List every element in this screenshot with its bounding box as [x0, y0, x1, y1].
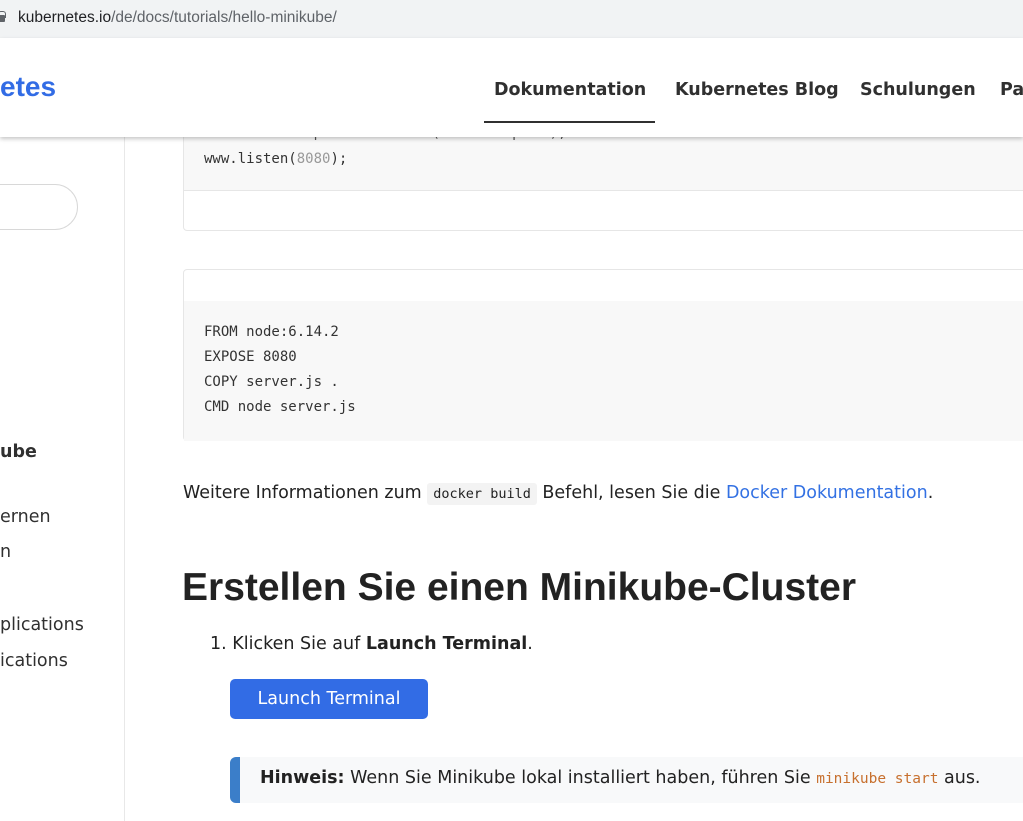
sidebar-item-minikube[interactable]: ube [0, 442, 37, 462]
note-callout: Hinweis: Wenn Sie Minikube lokal install… [230, 757, 1023, 803]
url-domain: kubernetes.io [18, 9, 112, 26]
sidebar-item-applications[interactable]: plications [0, 615, 84, 635]
code-line: EXPOSE 8080 [204, 349, 297, 365]
nav-schulungen[interactable]: Schulungen [860, 80, 976, 100]
sidebar: ube ernen n plications ications [0, 137, 125, 821]
url-path: /de/docs/tutorials/hello-minikube/ [111, 9, 337, 26]
active-nav-indicator [484, 121, 655, 123]
step-one: 1. Klicken Sie auf Launch Terminal. [210, 634, 533, 654]
note-text: Hinweis: Wenn Sie Minikube lokal install… [260, 768, 981, 788]
browser-address-bar[interactable]: kubernetes.io/de/docs/tutorials/hello-mi… [0, 0, 1023, 38]
sidebar-search-input[interactable] [0, 184, 78, 230]
inline-code-minikube-start: minikube start [816, 771, 939, 787]
code-line: FROM node:6.14.2 [204, 324, 339, 340]
lock-icon[interactable] [0, 11, 6, 22]
nav-dokumentation[interactable]: Dokumentation [494, 80, 646, 100]
launch-terminal-button[interactable]: Launch Terminal [230, 679, 428, 719]
site-logo[interactable]: etes [0, 71, 56, 103]
sidebar-item-n[interactable]: n [0, 542, 11, 562]
docker-documentation-link[interactable]: Docker Dokumentation [726, 483, 928, 503]
inline-code-docker-build: docker build [427, 483, 537, 505]
code-block-dockerfile: FROM node:6.14.2 EXPOSE 8080 COPY server… [183, 269, 1023, 441]
nav-kubernetes-blog[interactable]: Kubernetes Blog [675, 80, 839, 100]
url-text[interactable]: kubernetes.io/de/docs/tutorials/hello-mi… [18, 9, 337, 27]
site-header: etes Dokumentation Kubernetes Blog Schul… [0, 38, 1023, 137]
code-line: www.listen(8080); [204, 151, 348, 167]
sidebar-item-applications-2[interactable]: ications [0, 651, 68, 671]
note-label: Hinweis: [260, 768, 345, 788]
section-heading: Erstellen Sie einen Minikube-Cluster [182, 566, 857, 609]
code-line: CMD node server.js [204, 399, 356, 415]
nav-partner[interactable]: Pa [1000, 80, 1023, 100]
docker-info-paragraph: Weitere Informationen zum docker build B… [183, 483, 934, 505]
sidebar-item-lernen[interactable]: ernen [0, 507, 51, 527]
code-line: COPY server.js . [204, 374, 339, 390]
code-block-body: FROM node:6.14.2 EXPOSE 8080 COPY server… [184, 301, 1023, 441]
